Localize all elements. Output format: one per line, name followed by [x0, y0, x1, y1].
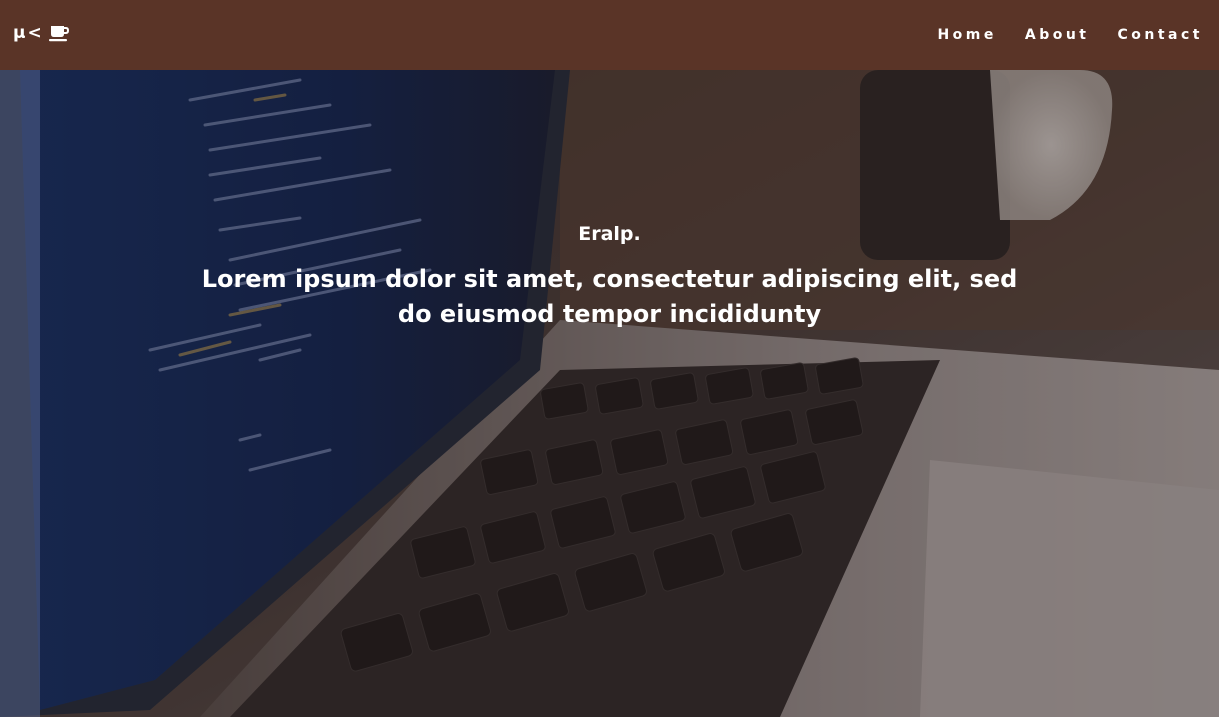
nav-link-contact[interactable]: Contact — [1118, 27, 1204, 43]
hero-tagline: Lorem ipsum dolor sit amet, consectetur … — [201, 265, 1018, 328]
nav-link-about[interactable]: About — [1025, 27, 1090, 43]
brand-text: μ< — [13, 23, 44, 43]
hero-section: Eralp. Lorem ipsum dolor sit amet, conse… — [0, 70, 1219, 717]
coffee-cup-icon — [48, 26, 69, 42]
hero-content: Eralp. Lorem ipsum dolor sit amet, conse… — [0, 222, 1219, 332]
nav-links: Home About Contact — [925, 0, 1219, 70]
brand-logo[interactable]: μ< — [13, 22, 69, 44]
hero-overlay — [0, 70, 1219, 717]
navbar: μ< Home About Contact — [0, 0, 1219, 70]
nav-link-home[interactable]: Home — [937, 27, 996, 43]
hero-name: Eralp. — [578, 223, 641, 245]
